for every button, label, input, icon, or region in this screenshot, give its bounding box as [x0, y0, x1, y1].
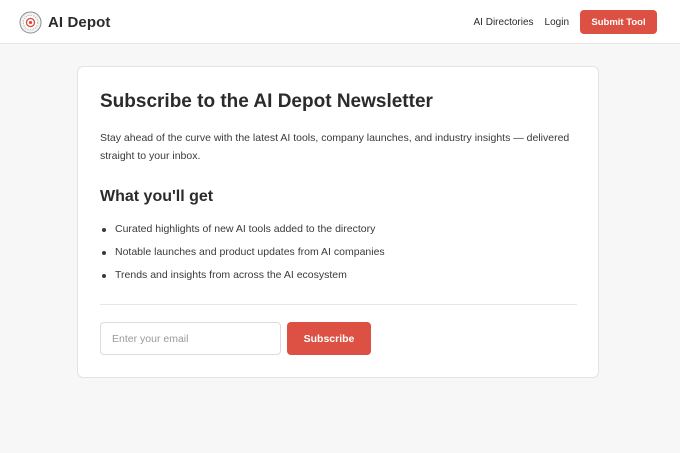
- newsletter-card: Subscribe to the AI Depot Newsletter Sta…: [77, 66, 599, 378]
- benefits-heading: What you'll get: [100, 188, 214, 205]
- email-input[interactable]: [100, 322, 281, 355]
- intro-text: Stay ahead of the curve with the latest …: [100, 132, 570, 162]
- benefit-item: Curated highlights of new AI tools added…: [100, 218, 580, 241]
- benefits-list: Curated highlights of new AI tools added…: [100, 218, 580, 287]
- subscribe-form: Subscribe: [100, 322, 371, 355]
- nav-link-ai-directories[interactable]: AI Directories: [474, 17, 534, 28]
- divider: [100, 304, 577, 305]
- brand-home-link[interactable]: AI Depot: [19, 10, 110, 34]
- brand-name: AI Depot: [48, 13, 111, 31]
- submit-tool-button[interactable]: Submit Tool: [580, 10, 657, 34]
- ai-depot-logo-icon: [19, 10, 42, 34]
- header-nav: AI Directories Login Submit Tool: [474, 10, 657, 34]
- benefit-item: Trends and insights from across the AI e…: [100, 264, 580, 287]
- top-navbar: AI Depot AI Directories Login Submit Too…: [0, 0, 680, 44]
- page-title: Subscribe to the AI Depot Newsletter: [100, 91, 433, 112]
- benefit-item: Notable launches and product updates fro…: [100, 241, 580, 264]
- nav-link-login[interactable]: Login: [545, 17, 569, 28]
- subscribe-button[interactable]: Subscribe: [287, 322, 371, 355]
